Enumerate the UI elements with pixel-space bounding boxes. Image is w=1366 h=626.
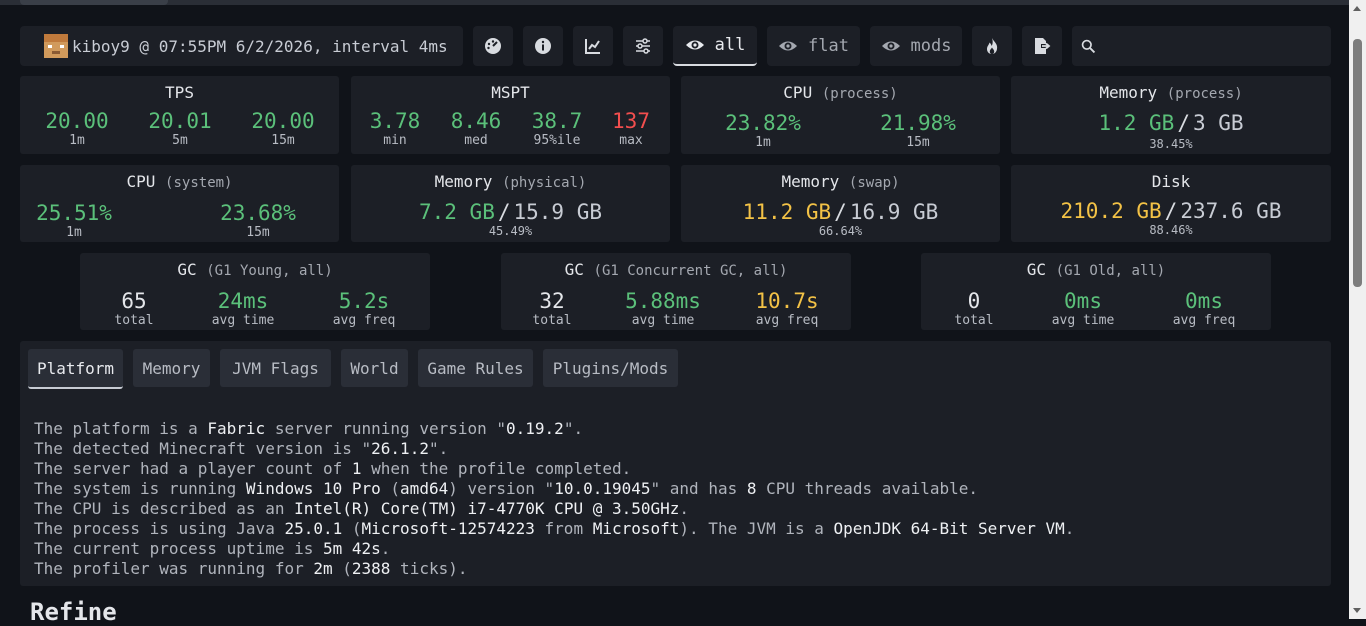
cpu-process-card: CPU (process) 23.82% 1m 21.98% 15m — [681, 76, 1000, 154]
search-box[interactable] — [1072, 26, 1331, 66]
cpu-process-15m: 21.98% 15m — [880, 111, 956, 150]
gc-old-card: GC (G1 Old, all) 0 total 0ms avg time 0ms a… — [921, 253, 1271, 330]
tab-world[interactable]: World — [341, 349, 408, 387]
mspt-title: MSPT — [491, 83, 530, 102]
memory-swap-usage: 11.2 GB/16.9 GB — [742, 200, 939, 224]
scrollbar-thumb[interactable] — [1353, 39, 1362, 287]
cpu-process-1m: 23.82% 1m — [725, 111, 801, 150]
flame-icon — [987, 38, 998, 54]
disk-title: Disk — [1151, 172, 1191, 191]
cpu-system-1m: 25.51% 1m — [36, 201, 112, 240]
info-button[interactable] — [523, 26, 563, 66]
settings-button[interactable] — [623, 26, 663, 66]
disk-usage: 210.2 GB/237.6 GB — [1060, 199, 1282, 223]
tab-platform[interactable]: Platform — [28, 349, 123, 389]
user-info: kiboy9 @ 07:55PM 6/2/2026, interval 4ms — [20, 26, 463, 66]
memory-process-usage: 1.2 GB/3 GB — [1098, 111, 1244, 135]
chart-icon — [585, 39, 600, 54]
gc-young-title: GC (G1 Young, all) — [177, 260, 333, 279]
avatar — [44, 34, 68, 58]
mspt-max: 137 max — [612, 109, 650, 148]
gc-concurrent-total: 32 total — [532, 289, 572, 328]
tab-memory[interactable]: Memory — [133, 349, 210, 387]
memory-process-title: Memory (process) — [1099, 83, 1243, 102]
user-label: kiboy9 @ 07:55PM 6/2/2026, interval 4ms — [72, 36, 448, 56]
export-icon — [1035, 38, 1051, 54]
cpu-line: The CPU is described as an Intel(R) Core… — [34, 499, 690, 518]
gauge-icon — [485, 38, 501, 54]
gc-concurrent-title: GC (G1 Concurrent GC, all) — [564, 260, 788, 279]
gc-young-avg-freq: 5.2s avg freq — [332, 289, 396, 328]
java-line: The process is using Java 25.0.1 (Micros… — [34, 519, 1075, 538]
gc-old-title: GC (G1 Old, all) — [1026, 260, 1166, 279]
gauge-button[interactable] — [473, 26, 513, 66]
cpu-system-title: CPU (system) — [126, 172, 233, 191]
view-mods-label: mods — [910, 36, 952, 56]
search-icon — [1081, 39, 1096, 53]
gc-concurrent-avg-freq: 10.7s avg freq — [755, 289, 819, 328]
tab-game-rules[interactable]: Game Rules — [418, 349, 533, 387]
tab-jvm-flags[interactable]: JVM Flags — [220, 349, 331, 387]
page-scrollbar[interactable] — [1349, 0, 1366, 619]
scroll-up-icon[interactable] — [1353, 6, 1361, 11]
cpu-system-15m: 23.68% 15m — [220, 201, 296, 240]
platform-line: The platform is a Fabric server running … — [34, 419, 584, 438]
top-tab-stub[interactable] — [20, 0, 168, 5]
system-line: The system is running Windows 10 Pro (am… — [34, 479, 979, 498]
gc-young-total: 65 total — [114, 289, 154, 328]
gc-young-card: GC (G1 Young, all) 65 total 24ms avg time … — [80, 253, 430, 330]
memory-swap-card: Memory (swap) 11.2 GB/16.9 GB 66.64% — [681, 165, 1000, 242]
disk-pct: 88.46% — [1149, 223, 1193, 237]
graph-button[interactable] — [573, 26, 613, 66]
tps-15m: 20.00 15m — [251, 109, 315, 148]
disk-card: Disk 210.2 GB/237.6 GB 88.46% — [1011, 165, 1331, 242]
player-count-line: The server had a player count of 1 when … — [34, 459, 632, 478]
memory-process-card: Memory (process) 1.2 GB/3 GB 38.45% — [1011, 76, 1331, 154]
eye-icon — [779, 41, 798, 51]
memory-swap-title: Memory (swap) — [781, 172, 900, 191]
memory-physical-title: Memory (physical) — [434, 172, 587, 191]
gc-old-total: 0 total — [954, 289, 994, 328]
cpu-system-card: CPU (system) 25.51% 1m 23.68% 15m — [20, 165, 339, 242]
gc-old-avg-freq: 0ms avg freq — [1172, 289, 1236, 328]
view-all-label: all — [714, 35, 746, 55]
cpu-process-title: CPU (process) — [783, 83, 898, 102]
eye-icon — [685, 40, 704, 50]
tps-title: TPS — [165, 83, 194, 102]
gc-concurrent-card: GC (G1 Concurrent GC, all) 32 total 5.88m… — [501, 253, 851, 330]
flame-graph-button[interactable] — [972, 26, 1012, 66]
uptime-line: The current process uptime is 5m 42s. — [34, 539, 391, 558]
memory-physical-card: Memory (physical) 7.2 GB/15.9 GB 45.49% — [351, 165, 670, 242]
tps-5m: 20.01 5m — [148, 109, 212, 148]
info-panel: Platform Memory JVM Flags World Game Rul… — [20, 341, 1331, 586]
memory-swap-pct: 66.64% — [818, 224, 863, 238]
top-strip — [0, 0, 1366, 5]
header-bar: kiboy9 @ 07:55PM 6/2/2026, interval 4ms … — [20, 26, 1331, 66]
tab-plugins-mods[interactable]: Plugins/Mods — [543, 349, 678, 387]
profiler-duration-line: The profiler was running for 2m (2388 ti… — [34, 559, 468, 578]
sliders-icon — [636, 38, 650, 54]
memory-physical-pct: 45.49% — [488, 224, 533, 238]
info-icon — [535, 38, 551, 54]
minecraft-version-line: The detected Minecraft version is "26.1.… — [34, 439, 449, 458]
view-flat-label: flat — [808, 36, 849, 56]
scroll-down-icon[interactable] — [1353, 608, 1361, 613]
memory-process-pct: 38.45% — [1149, 137, 1193, 151]
view-all-button[interactable]: all — [673, 26, 757, 66]
mspt-card: MSPT 3.78 min 8.46 med 38.7 95%ile 137 max — [351, 76, 670, 154]
view-flat-button[interactable]: flat — [767, 26, 860, 66]
eye-icon — [881, 41, 900, 51]
gc-concurrent-avg-time: 5.88ms avg time — [625, 289, 701, 328]
gc-old-avg-time: 0ms avg time — [1051, 289, 1115, 328]
view-mods-button[interactable]: mods — [870, 26, 962, 66]
memory-physical-usage: 7.2 GB/15.9 GB — [418, 200, 603, 224]
tps-1m: 20.00 1m — [45, 109, 109, 148]
search-input[interactable] — [1103, 35, 1327, 57]
refine-heading: Refine — [30, 598, 117, 626]
platform-info: The platform is a Fabric server running … — [34, 419, 1074, 579]
export-button[interactable] — [1022, 26, 1062, 66]
gc-young-avg-time: 24ms avg time — [211, 289, 275, 328]
tps-card: TPS 20.00 1m 20.01 5m 20.00 15m — [20, 76, 339, 154]
